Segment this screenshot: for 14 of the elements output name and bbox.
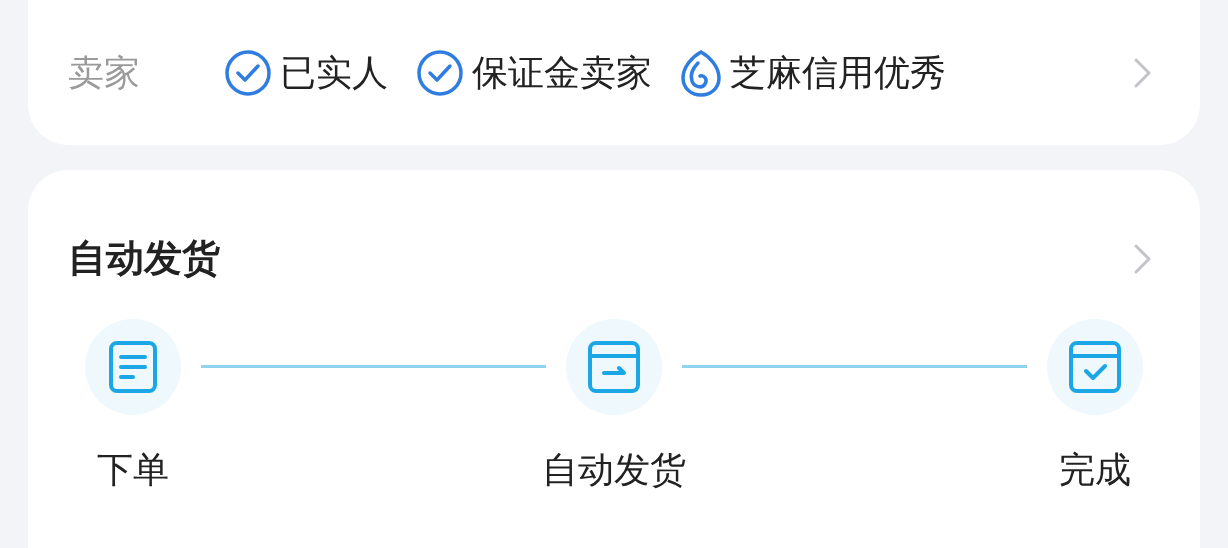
seller-badge-text: 芝麻信用优秀: [730, 50, 946, 95]
box-check-icon: [1067, 339, 1123, 395]
seller-badge-text: 已实人: [280, 50, 388, 95]
seller-badge-text: 保证金卖家: [472, 50, 652, 95]
check-circle-icon: [416, 48, 464, 97]
step-label: 完成: [1059, 448, 1131, 492]
seller-card[interactable]: 卖家 已实人 保证金卖家 芝麻信用优秀: [28, 0, 1200, 145]
step-label: 下单: [97, 448, 169, 492]
check-circle-icon: [224, 48, 272, 97]
document-icon: [107, 339, 159, 395]
seller-label: 卖家: [68, 50, 141, 95]
step-label: 自动发货: [542, 448, 686, 492]
drop-icon: [680, 48, 722, 97]
delivery-title: 自动发货: [68, 235, 220, 282]
